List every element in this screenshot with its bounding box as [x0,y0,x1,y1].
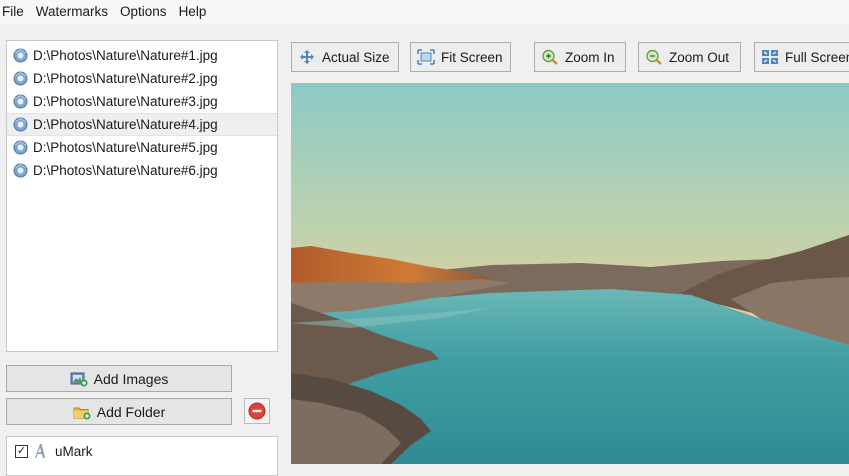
file-path: D:\Photos\Nature\Nature#4.jpg [33,117,218,132]
file-list-item[interactable]: D:\Photos\Nature\Nature#4.jpg [7,113,277,136]
menu-watermarks[interactable]: Watermarks [30,0,114,24]
add-folder-label: Add Folder [96,403,166,420]
image-file-icon [13,94,28,109]
full-screen-label: Full Screen [785,49,849,65]
menu-bar: File Watermarks Options Help [0,0,849,24]
watermark-item[interactable]: ✓ uMark [7,437,277,465]
actual-size-icon [300,50,314,64]
remove-button[interactable] [244,398,270,424]
fit-screen-button[interactable]: Fit Screen [410,42,511,72]
actual-size-button[interactable]: Actual Size [291,42,399,72]
image-file-icon [13,140,28,155]
file-list-item[interactable]: D:\Photos\Nature\Nature#2.jpg [7,67,277,90]
zoom-out-icon [646,49,662,65]
fit-screen-label: Fit Screen [441,49,503,65]
full-screen-button[interactable]: Full Screen [754,42,849,72]
zoom-out-label: Zoom Out [669,49,730,65]
remove-icon [248,402,266,420]
landscape-photo [291,83,849,464]
file-path: D:\Photos\Nature\Nature#3.jpg [33,94,218,109]
file-list-item[interactable]: D:\Photos\Nature\Nature#5.jpg [7,136,277,159]
file-list-item[interactable]: D:\Photos\Nature\Nature#6.jpg [7,159,277,182]
watermark-name: uMark [55,443,93,459]
menu-file[interactable]: File [0,0,30,24]
menu-help[interactable]: Help [173,0,213,24]
file-list-item[interactable]: D:\Photos\Nature\Nature#1.jpg [7,44,277,67]
add-images-button[interactable]: Add Images [6,365,232,392]
zoom-in-icon [542,49,558,65]
zoom-out-button[interactable]: Zoom Out [638,42,741,72]
image-file-icon [13,117,28,132]
file-list-item[interactable]: D:\Photos\Nature\Nature#3.jpg [7,90,277,113]
file-path: D:\Photos\Nature\Nature#6.jpg [33,163,218,178]
zoom-in-label: Zoom In [565,49,615,65]
actual-size-label: Actual Size [322,49,390,65]
add-images-icon [70,372,88,386]
file-path: D:\Photos\Nature\Nature#2.jpg [33,71,218,86]
file-path: D:\Photos\Nature\Nature#1.jpg [33,48,218,63]
image-file-icon [13,163,28,178]
fit-screen-icon [417,49,435,65]
zoom-in-button[interactable]: Zoom In [534,42,626,72]
watermark-list: ✓ uMark [6,436,278,476]
add-folder-button[interactable]: Add Folder [6,398,232,425]
text-watermark-icon [35,444,45,458]
menu-options[interactable]: Options [114,0,173,24]
image-file-list[interactable]: D:\Photos\Nature\Nature#1.jpg D:\Photos\N… [6,40,278,352]
full-screen-icon [762,50,778,64]
image-preview [291,83,849,464]
add-images-label: Add Images [93,370,169,387]
watermark-checkbox[interactable]: ✓ [15,444,28,458]
file-path: D:\Photos\Nature\Nature#5.jpg [33,140,218,155]
image-file-icon [13,48,28,63]
add-folder-icon [73,407,91,419]
image-file-icon [13,71,28,86]
